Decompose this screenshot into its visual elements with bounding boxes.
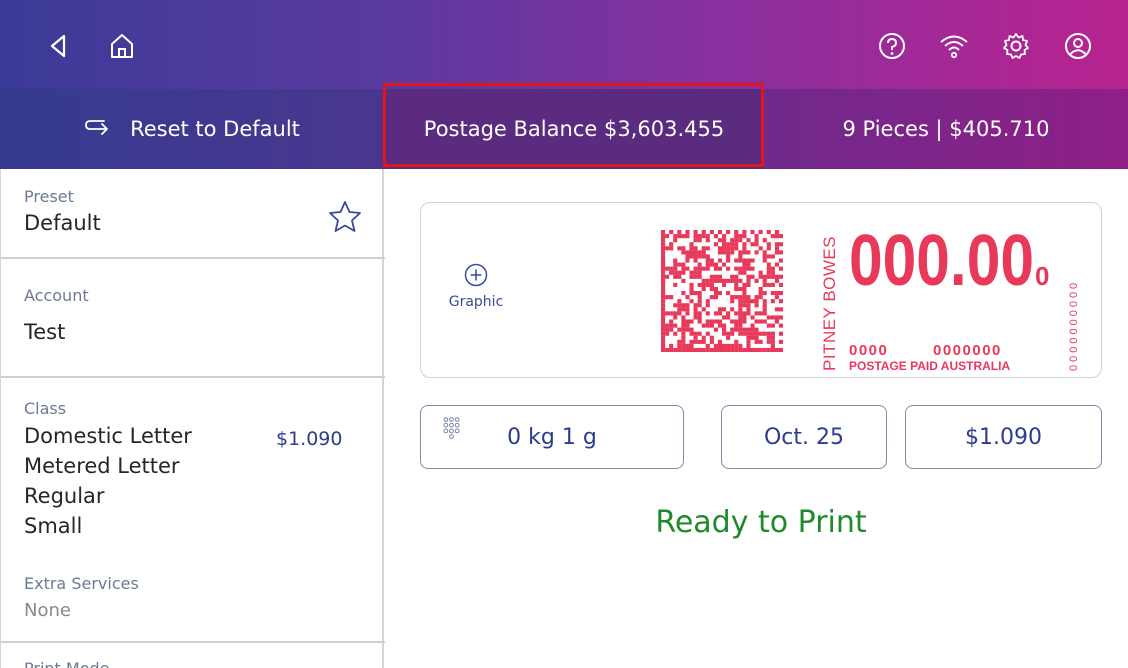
wifi-icon[interactable]: [936, 28, 972, 64]
indicia-code-left: 0000: [849, 342, 888, 359]
home-icon[interactable]: [104, 28, 140, 64]
preset-label: Preset: [24, 187, 74, 206]
reset-arrow-icon: [85, 120, 108, 135]
help-icon[interactable]: [874, 28, 910, 64]
extra-services-label: Extra Services: [24, 574, 139, 593]
preset-value: Default: [24, 211, 101, 235]
class-line: Regular: [24, 484, 105, 508]
add-circle-icon: [464, 263, 488, 287]
preset-section[interactable]: Preset Default: [1, 169, 385, 259]
print-mode-label: Print Mode: [24, 659, 109, 668]
class-line: Small: [24, 514, 83, 538]
weight-field[interactable]: 0 kg 1 g: [420, 405, 684, 469]
date-field[interactable]: Oct. 25: [721, 405, 887, 469]
account-value: Test: [24, 320, 66, 344]
indicia-footer: POSTAGE PAID AUSTRALIA: [849, 359, 1010, 373]
class-section[interactable]: Class Domestic Letter Metered Letter Reg…: [1, 378, 385, 643]
weight-value: 0 kg 1 g: [507, 424, 597, 450]
postage-amount-value: $1.090: [965, 424, 1042, 450]
postage-balance-label: Postage Balance $3,603.455: [423, 117, 725, 141]
indicia-panel: Graphic PITNEY BOWES 000.00 0 0000 00000…: [420, 202, 1102, 378]
indicia-amount: 000.00: [849, 221, 1034, 301]
print-mode-section[interactable]: Print Mode: [1, 643, 385, 668]
add-graphic-button[interactable]: Graphic: [441, 263, 511, 310]
pieces-tab[interactable]: 9 Pieces | $405.710: [764, 89, 1128, 169]
indicia-amount-small: 0: [1035, 261, 1049, 291]
top-bar: [0, 0, 1128, 89]
class-label: Class: [24, 399, 67, 418]
pieces-label: 9 Pieces | $405.710: [842, 117, 1050, 141]
reset-to-default-button[interactable]: Reset to Default: [0, 89, 384, 169]
user-icon[interactable]: [1060, 28, 1096, 64]
reset-label: Reset to Default: [130, 117, 300, 141]
indicia-brand: PITNEY BOWES: [820, 236, 839, 371]
graphic-label: Graphic: [448, 294, 504, 310]
class-line: Metered Letter: [24, 454, 180, 478]
account-label: Account: [24, 286, 89, 305]
tab-bar: Reset to Default Postage Balance $3,603.…: [0, 89, 1128, 169]
settings-icon[interactable]: [998, 28, 1034, 64]
indicia-code-right: 0000000: [933, 342, 1002, 359]
postage-indicia: PITNEY BOWES 000.00 0 0000 0000000 POSTA…: [820, 221, 1080, 373]
keypad-icon: [443, 417, 460, 439]
sidebar: Preset Default Account Test Class Domest…: [0, 169, 385, 668]
postage-balance-tab[interactable]: Postage Balance $3,603.455: [384, 89, 764, 169]
back-icon[interactable]: [40, 28, 76, 64]
account-section[interactable]: Account Test: [1, 259, 385, 378]
extra-services-value: None: [24, 600, 71, 621]
favorite-star-icon[interactable]: [327, 199, 363, 235]
postage-amount-field[interactable]: $1.090: [905, 405, 1102, 469]
class-line: Domestic Letter: [24, 424, 192, 448]
date-value: Oct. 25: [763, 424, 845, 450]
indicia-side-digits: 0000000000: [1068, 280, 1080, 371]
class-price: $1.090: [276, 428, 343, 450]
datamatrix-barcode: [661, 230, 783, 352]
status-message: Ready to Print: [655, 505, 867, 540]
